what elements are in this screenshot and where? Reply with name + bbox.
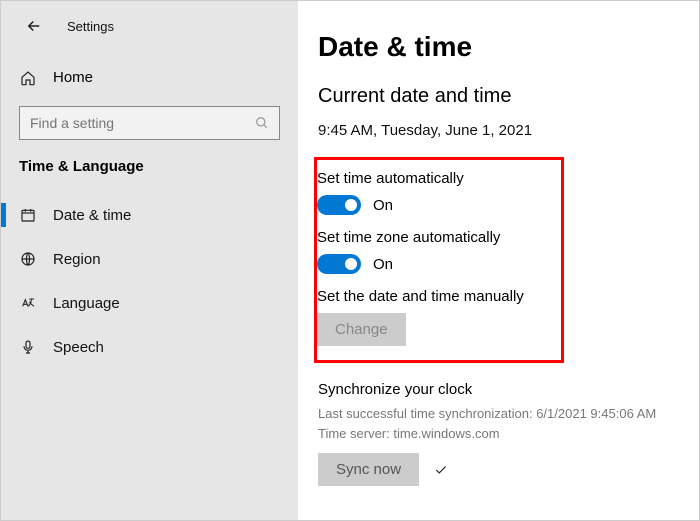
set-time-auto-toggle[interactable] [317,195,361,215]
home-label: Home [53,69,93,86]
set-tz-auto-label: Set time zone automatically [317,229,549,246]
sidebar-item-speech[interactable]: Speech [1,325,298,369]
language-icon [19,295,37,311]
sidebar-item-label: Region [53,251,101,268]
calendar-clock-icon [19,207,37,223]
sync-server: Time server: time.windows.com [318,424,679,444]
sidebar-item-language[interactable]: Language [1,281,298,325]
sidebar-item-label: Language [53,295,120,312]
change-button[interactable]: Change [317,313,406,346]
sync-success-check-icon [433,463,449,477]
microphone-icon [19,339,37,355]
back-button[interactable] [19,11,49,41]
sidebar-item-label: Speech [53,339,104,356]
sidebar-item-region[interactable]: Region [1,237,298,281]
search-input-container[interactable] [19,106,280,140]
highlighted-settings-box: Set time automatically On Set time zone … [314,157,564,363]
app-title: Settings [67,19,114,34]
set-tz-auto-toggle[interactable] [317,254,361,274]
set-manual-label: Set the date and time manually [317,288,549,305]
sync-clock-title: Synchronize your clock [318,381,679,398]
sidebar: Settings Home Time & Language Date & tim… [1,1,298,520]
globe-icon [19,251,37,267]
sidebar-home[interactable]: Home [1,61,298,94]
section-current-datetime: Current date and time [318,85,679,108]
sidebar-item-date-time[interactable]: Date & time [1,193,298,237]
current-datetime-value: 9:45 AM, Tuesday, June 1, 2021 [318,122,679,139]
back-arrow-icon [25,17,43,35]
sidebar-item-label: Date & time [53,207,131,224]
page-title: Date & time [318,31,679,63]
main-content: Date & time Current date and time 9:45 A… [298,1,699,520]
search-input[interactable] [30,115,255,131]
home-icon [19,70,37,86]
sidebar-category: Time & Language [1,158,298,193]
set-tz-auto-state: On [373,256,393,273]
set-time-auto-label: Set time automatically [317,170,549,187]
search-icon [255,116,269,130]
sync-last-time: Last successful time synchronization: 6/… [318,404,679,424]
sync-now-button[interactable]: Sync now [318,453,419,486]
set-time-auto-state: On [373,197,393,214]
